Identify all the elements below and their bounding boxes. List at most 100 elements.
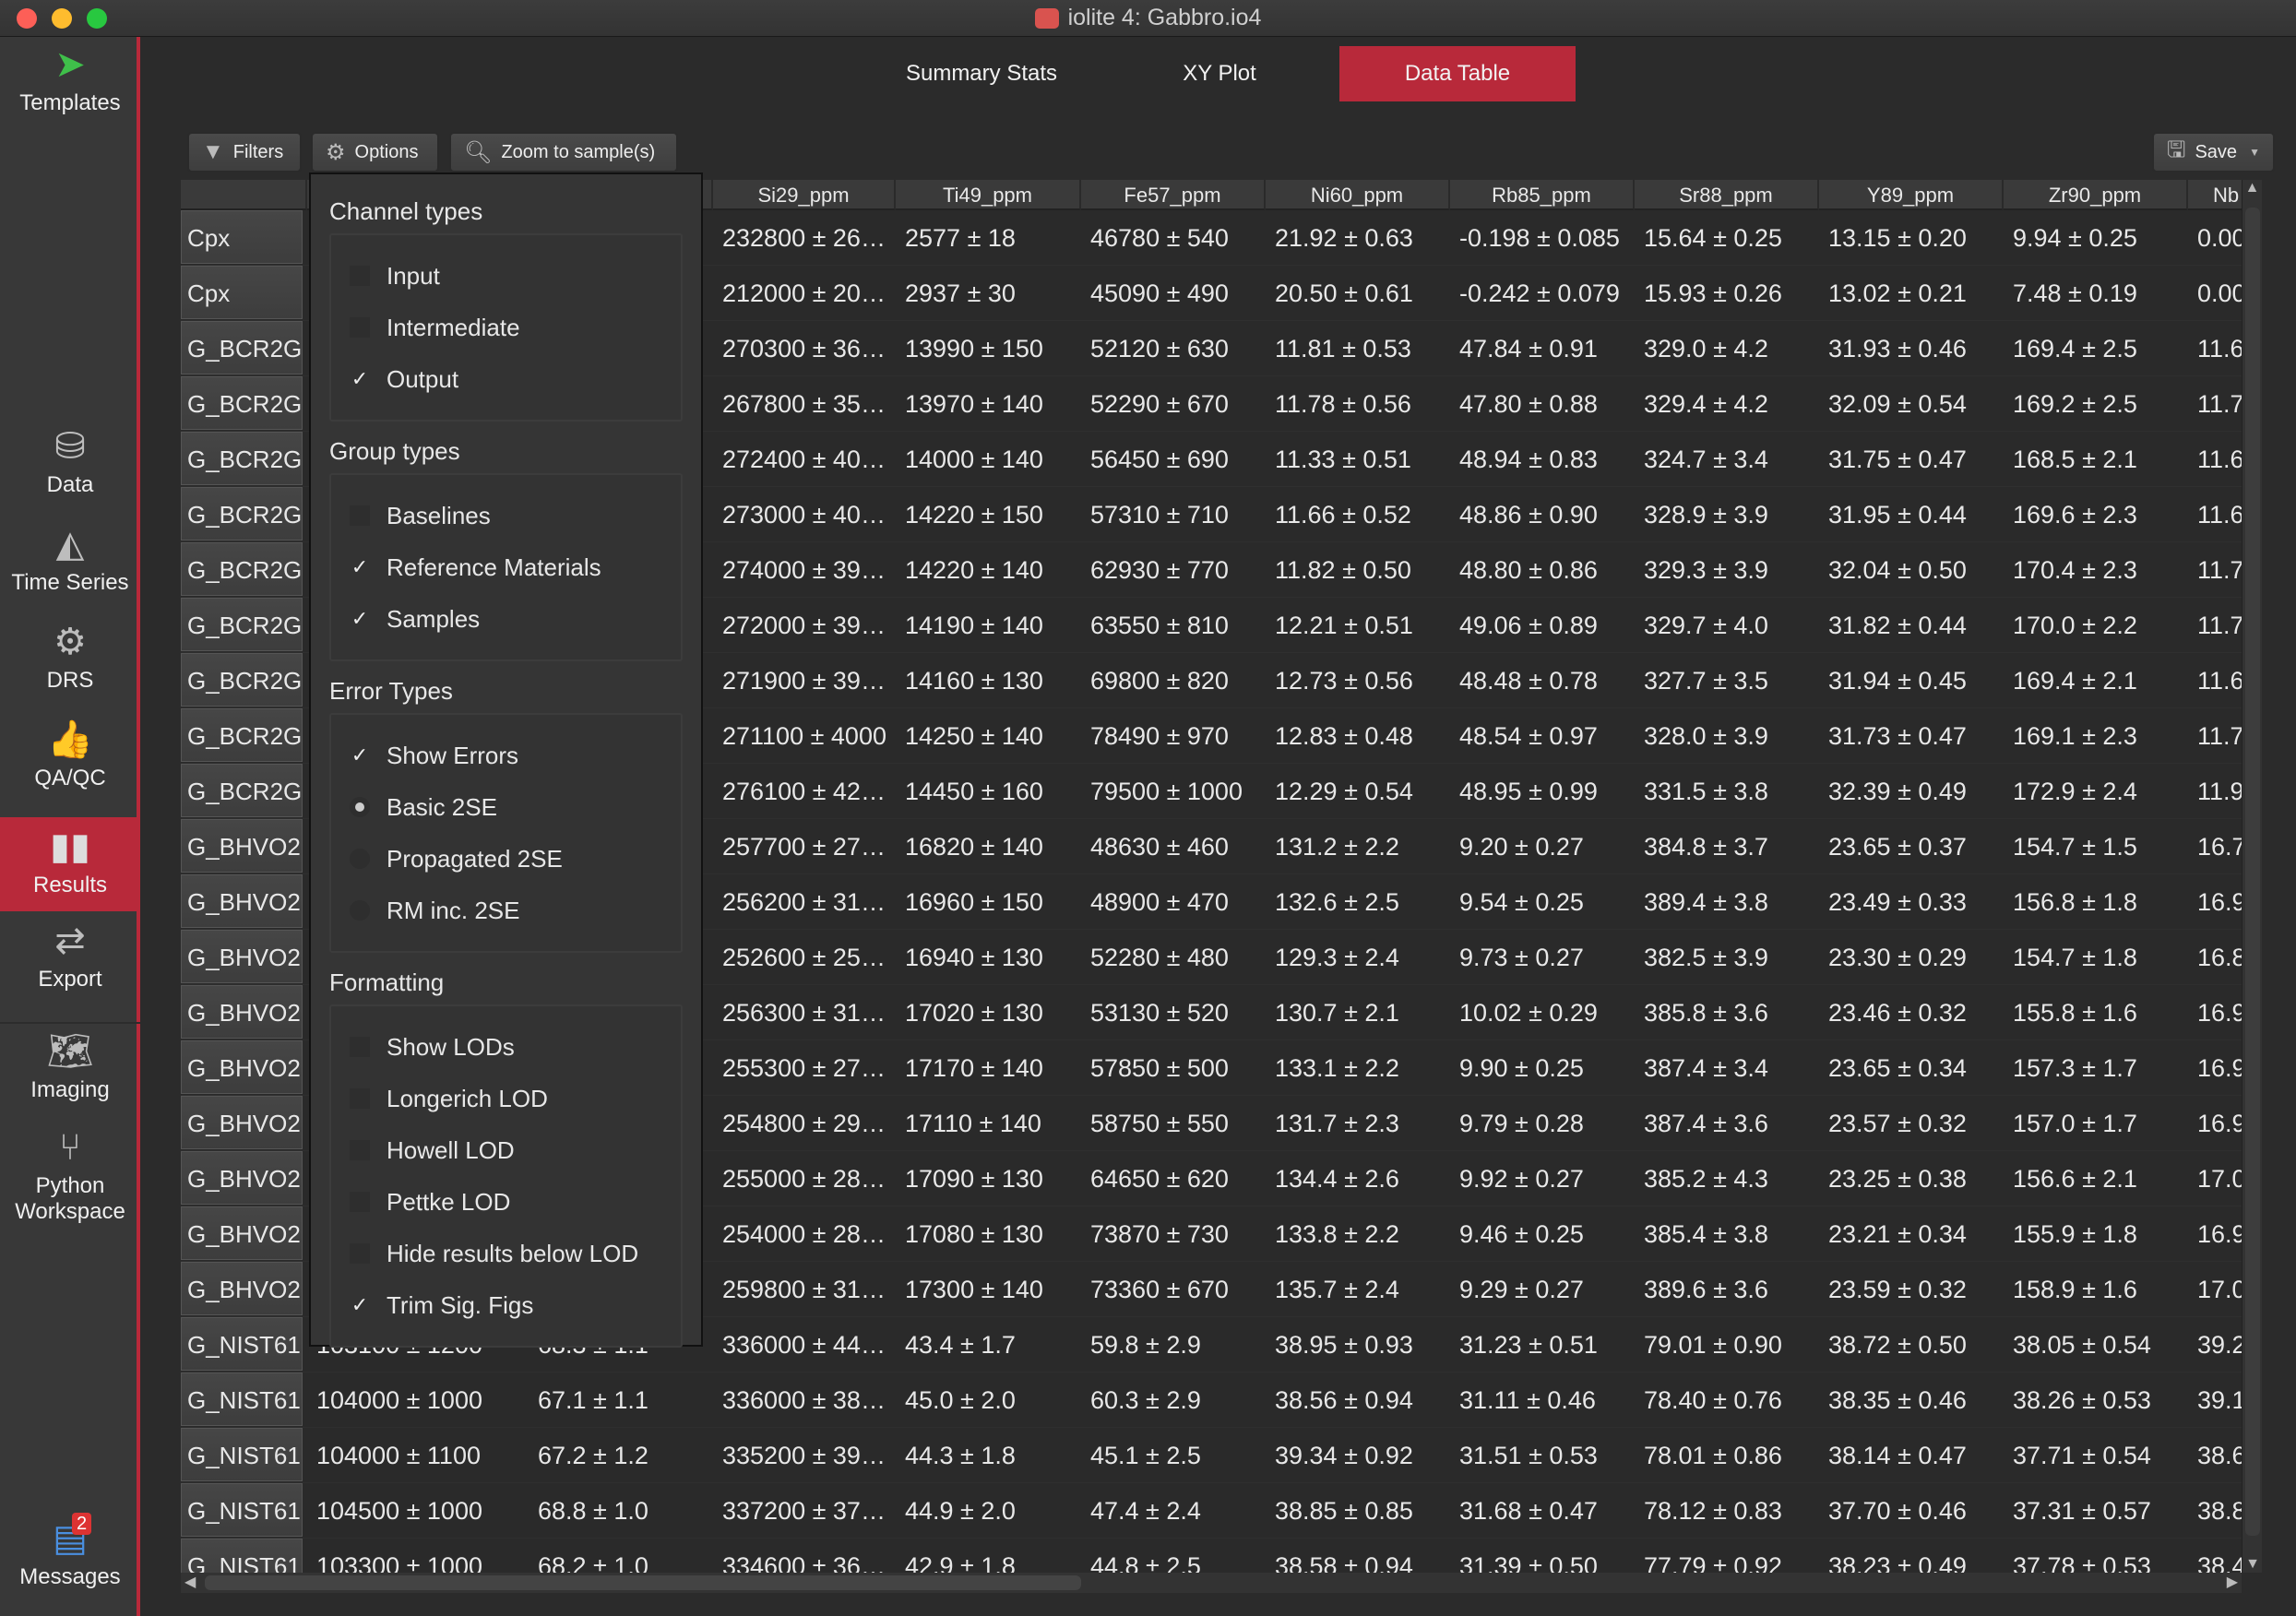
table-cell-y89: 38.72 ± 0.50	[1828, 1331, 1967, 1359]
checkbox-intermediate[interactable]: Intermediate	[331, 302, 681, 353]
area-chart-icon: ◭	[55, 524, 85, 564]
radio-empty-icon[interactable]	[350, 900, 370, 921]
section-title: Group types	[329, 437, 460, 465]
checkmark-icon[interactable]: ✓	[350, 1295, 370, 1315]
checkbox-empty-icon[interactable]	[350, 1140, 370, 1160]
table-cell-ni60: 131.7 ± 2.3	[1275, 1110, 1399, 1137]
vertical-scrollbar[interactable]: ▲ ▼	[2242, 180, 2262, 1573]
table-cell-zr90: 38.05 ± 0.54	[2013, 1331, 2151, 1359]
column-header-y89[interactable]: Y89_ppm	[1819, 180, 2004, 210]
zoom-to-samples-button[interactable]: 🔍︎ Zoom to sample(s)	[449, 132, 678, 172]
save-button[interactable]: 🖫 Save ▼	[2152, 132, 2275, 172]
table-cell-nb: 16.90	[2197, 999, 2242, 1027]
checkbox-empty-icon[interactable]	[350, 317, 370, 338]
sidebar-item-messages[interactable]: ▤ 2 Messages	[0, 1513, 140, 1590]
sidebar-item-imaging[interactable]: 🗺 Imaging	[0, 1022, 140, 1103]
table-cell-fe57: 47.4 ± 2.4	[1090, 1497, 1201, 1525]
checkbox-show-errors[interactable]: ✓ Show Errors	[331, 730, 681, 781]
table-cell-si29: 232800 ± 26…	[722, 224, 886, 252]
horizontal-scroll-thumb[interactable]	[205, 1575, 1081, 1590]
row-header-sample: G_BCR2G	[181, 376, 303, 430]
radio-empty-icon[interactable]	[350, 849, 370, 869]
table-cell-ti49: 44.3 ± 1.8	[905, 1442, 1016, 1469]
sidebar-item-templates[interactable]: ➤ Templates	[0, 44, 140, 127]
checkbox-trim-sig-figs[interactable]: ✓ Trim Sig. Figs	[331, 1279, 681, 1331]
option-label: Howell LOD	[387, 1135, 515, 1164]
column-header-ni60[interactable]: Ni60_ppm	[1266, 180, 1450, 210]
horizontal-scrollbar[interactable]: ◀ ▶	[181, 1573, 2242, 1593]
column-header-sr88[interactable]: Sr88_ppm	[1635, 180, 1819, 210]
table-cell-fe57: 52120 ± 630	[1090, 335, 1229, 362]
sidebar-item-time-series[interactable]: ◭ Time Series	[0, 524, 140, 596]
table-cell-si29: 336000 ± 44…	[722, 1331, 886, 1359]
column-header-ti49[interactable]: Ti49_ppm	[896, 180, 1081, 210]
sidebar-item-export[interactable]: ⇄ Export	[0, 921, 140, 992]
table-cell-sr88: 385.2 ± 4.3	[1644, 1165, 1768, 1193]
sidebar-item-results[interactable]: ▮▮ Results	[0, 817, 140, 911]
sidebar-item-qaqc[interactable]: 👍 QA/QC	[0, 719, 140, 791]
tab-summary-stats[interactable]: Summary Stats	[898, 46, 1065, 101]
table-cell-sr88: 328.9 ± 3.9	[1644, 501, 1768, 529]
column-header-fe57[interactable]: Fe57_ppm	[1081, 180, 1266, 210]
option-group: Show LODs Longerich LOD Howell LOD Pettke L…	[329, 1004, 683, 1348]
checkbox-empty-icon[interactable]	[350, 505, 370, 526]
radio-propagated-2se[interactable]: Propagated 2SE	[331, 833, 681, 885]
table-cell-nb: 16.84	[2197, 944, 2242, 971]
table-row[interactable]: G_NIST612 104000 ± 1100 67.2 ± 1.2 335200 ±…	[181, 1428, 2242, 1483]
checkbox-longerich-lod[interactable]: Longerich LOD	[331, 1073, 681, 1124]
table-row[interactable]: G_NIST612 104500 ± 1000 68.8 ± 1.0 337200 ±…	[181, 1483, 2242, 1539]
sidebar-item-drs[interactable]: ⚙ DRS	[0, 622, 140, 694]
sidebar-item-data[interactable]: ⛁ Data	[0, 426, 140, 498]
option-label: Propagated 2SE	[387, 844, 563, 873]
table-row[interactable]: G_NIST612 103300 ± 1000 68.2 ± 1.0 334600 ±…	[181, 1539, 2242, 1573]
scroll-left-icon[interactable]: ◀	[184, 1573, 196, 1591]
checkbox-empty-icon[interactable]	[350, 266, 370, 286]
checkmark-icon[interactable]: ✓	[350, 557, 370, 577]
close-window-button[interactable]	[17, 8, 37, 29]
checkbox-input[interactable]: Input	[331, 250, 681, 302]
checkbox-empty-icon[interactable]	[350, 1192, 370, 1212]
scroll-down-icon[interactable]: ▼	[2242, 1556, 2263, 1573]
minimize-window-button[interactable]	[52, 8, 72, 29]
column-header-nb[interactable]: Nb	[2188, 180, 2242, 210]
checkbox-hide-results-below-lod[interactable]: Hide results below LOD	[331, 1228, 681, 1279]
checkbox-reference-materials[interactable]: ✓ Reference Materials	[331, 541, 681, 593]
checkbox-output[interactable]: ✓ Output	[331, 353, 681, 405]
row-header-sample: G_NIST612	[181, 1539, 303, 1573]
checkbox-empty-icon[interactable]	[350, 1243, 370, 1264]
table-row[interactable]: G_NIST612 104000 ± 1000 67.1 ± 1.1 336000 ±…	[181, 1372, 2242, 1428]
options-button[interactable]: ⚙ Options	[311, 132, 439, 172]
radio-basic-2se[interactable]: Basic 2SE	[331, 781, 681, 833]
sidebar-item-python-workspace[interactable]: ⑂ Python Workspace	[0, 1127, 140, 1225]
checkmark-icon[interactable]: ✓	[350, 609, 370, 629]
table-cell-sr88: 78.01 ± 0.86	[1644, 1442, 1782, 1469]
sidebar-item-label: Data	[46, 472, 94, 497]
table-cell-ti49: 14160 ± 130	[905, 667, 1043, 695]
table-cell-sr88: 15.93 ± 0.26	[1644, 279, 1782, 307]
column-header-rb85[interactable]: Rb85_ppm	[1450, 180, 1635, 210]
table-cell-rb85: 9.90 ± 0.25	[1459, 1054, 1584, 1082]
checkbox-empty-icon[interactable]	[350, 1037, 370, 1057]
radio-rm-inc-2se[interactable]: RM inc. 2SE	[331, 885, 681, 936]
vertical-scroll-thumb[interactable]	[2245, 208, 2260, 1536]
checkbox-howell-lod[interactable]: Howell LOD	[331, 1124, 681, 1176]
tab-xy-plot[interactable]: XY Plot	[1164, 46, 1275, 101]
table-cell-ti49: 42.9 ± 1.8	[905, 1552, 1016, 1573]
corner-header[interactable]	[181, 180, 307, 210]
radio-selected-icon[interactable]	[350, 797, 370, 817]
checkbox-show-lods[interactable]: Show LODs	[331, 1021, 681, 1073]
filters-button[interactable]: ▼ Filters	[187, 132, 302, 172]
column-header-zr90[interactable]: Zr90_ppm	[2004, 180, 2188, 210]
column-header-si29[interactable]: Si29_ppm	[713, 180, 896, 210]
checkbox-samples[interactable]: ✓ Samples	[331, 593, 681, 645]
checkmark-icon[interactable]: ✓	[350, 745, 370, 766]
checkbox-pettke-lod[interactable]: Pettke LOD	[331, 1176, 681, 1228]
zoom-window-button[interactable]	[87, 8, 107, 29]
tab-data-table[interactable]: Data Table	[1339, 46, 1576, 101]
checkbox-empty-icon[interactable]	[350, 1088, 370, 1109]
table-cell-ti49: 17110 ± 140	[905, 1110, 1041, 1137]
scroll-right-icon[interactable]: ▶	[2227, 1573, 2238, 1591]
scroll-up-icon[interactable]: ▲	[2242, 180, 2262, 200]
checkmark-icon[interactable]: ✓	[350, 369, 370, 389]
checkbox-baselines[interactable]: Baselines	[331, 490, 681, 541]
